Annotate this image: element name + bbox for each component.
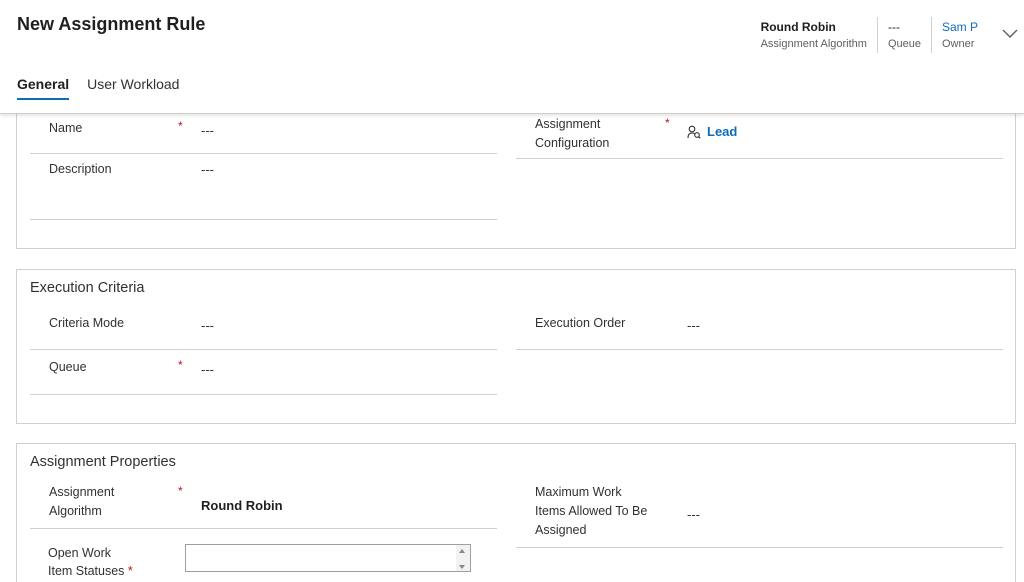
field-label: Execution Order	[535, 316, 626, 330]
header-fields: Round Robin Assignment Algorithm --- Que…	[751, 17, 988, 53]
form-header: New Assignment Rule Round Robin Assignme…	[0, 0, 1024, 114]
open-work-item-statuses-field-row: Open Work Item Statuses *	[30, 529, 497, 579]
page-title: New Assignment Rule	[17, 14, 206, 34]
required-indicator: *	[178, 484, 183, 498]
field-label: Name	[49, 121, 83, 135]
field-label: Maximum Work Items Allowed To Be Assigne…	[535, 483, 647, 540]
field-label: Assignment Algorithm	[49, 483, 114, 521]
scroll-down-icon[interactable]	[459, 565, 465, 569]
execution-order-input[interactable]: ---	[687, 318, 700, 333]
header-field-value: Round Robin	[760, 20, 836, 34]
field-label-line: Open Work	[48, 546, 111, 560]
owner-link[interactable]: Sam P	[942, 19, 978, 35]
form-content: Name * --- Description --- Assignment Co…	[0, 114, 1024, 582]
queue-lookup[interactable]: ---	[201, 362, 214, 377]
tab-general[interactable]: General	[17, 76, 70, 100]
tab-user-workload[interactable]: User Workload	[87, 76, 179, 100]
field-label-line: Item Statuses	[48, 564, 125, 578]
section-title: Assignment Properties	[30, 454, 176, 470]
header-field-label: Queue	[887, 38, 921, 50]
header-field-queue[interactable]: --- Queue	[876, 17, 931, 53]
header-field-value: ---	[887, 20, 900, 34]
required-indicator: *	[127, 564, 133, 578]
header-field-assignment-algorithm[interactable]: Round Robin Assignment Algorithm	[751, 17, 877, 53]
field-label: Assignment Configuration	[535, 115, 609, 153]
required-indicator: *	[665, 116, 670, 130]
description-field-row: Description ---	[30, 154, 497, 220]
name-input[interactable]: ---	[201, 123, 214, 138]
open-work-item-statuses-listbox[interactable]	[185, 544, 471, 572]
section-title: Execution Criteria	[30, 280, 145, 296]
header-field-label: Owner	[941, 38, 975, 50]
chevron-down-icon[interactable]	[1002, 28, 1018, 40]
field-label-line: Assignment	[535, 117, 601, 131]
field-label-line: Items Allowed To Be	[535, 504, 648, 518]
scroll-up-icon[interactable]	[459, 549, 465, 553]
listbox-scroll-arrows	[456, 546, 468, 572]
assignment-properties-section: Assignment Properties Assignment Algorit…	[16, 443, 1016, 582]
lookup-record-icon	[687, 125, 701, 139]
max-work-items-field-row: Maximum Work Items Allowed To Be Assigne…	[516, 479, 1003, 548]
field-label-line: Maximum Work	[535, 485, 622, 499]
field-label: Queue	[49, 360, 87, 374]
field-label-line: Algorithm	[49, 504, 102, 518]
assignment-configuration-field-row: Assignment Configuration * Lead	[516, 114, 1003, 159]
assignment-configuration-lookup[interactable]: Lead	[687, 124, 737, 139]
queue-field-row: Queue * ---	[30, 350, 497, 395]
field-label: Description	[49, 162, 112, 176]
header-field-label: Assignment Algorithm	[760, 38, 867, 50]
tab-list: General User Workload	[17, 76, 197, 100]
assignment-algorithm-field-row: Assignment Algorithm * Round Robin	[30, 479, 497, 529]
field-label-line: Configuration	[535, 136, 610, 150]
execution-criteria-section: Execution Criteria Criteria Mode --- Que…	[16, 269, 1016, 424]
max-work-items-input[interactable]: ---	[687, 507, 700, 522]
field-label: Criteria Mode	[49, 316, 125, 330]
required-indicator: *	[178, 119, 183, 133]
execution-order-field-row: Execution Order ---	[516, 305, 1003, 350]
general-section: Name * --- Description --- Assignment Co…	[16, 114, 1016, 249]
field-label-line: Assigned	[535, 523, 587, 537]
field-label: Open Work Item Statuses *	[48, 544, 133, 580]
lookup-value-link[interactable]: Lead	[707, 124, 737, 139]
criteria-mode-field-row: Criteria Mode ---	[30, 305, 497, 350]
description-input[interactable]: ---	[201, 162, 214, 177]
assignment-algorithm-select[interactable]: Round Robin	[201, 498, 283, 513]
criteria-mode-select[interactable]: ---	[201, 318, 214, 333]
field-label-line: Assignment	[49, 485, 115, 499]
name-field-row: Name * ---	[30, 114, 497, 154]
required-indicator: *	[178, 358, 183, 372]
header-field-owner[interactable]: Sam P Owner	[930, 17, 988, 53]
